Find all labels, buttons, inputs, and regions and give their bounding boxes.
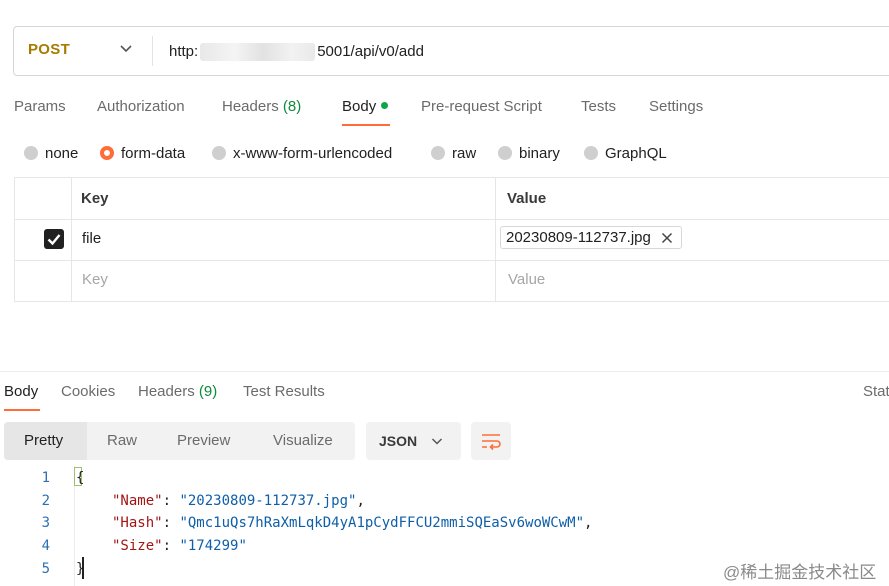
redacted-host [200, 43, 316, 62]
tab-body-label: Body [342, 98, 377, 115]
radio-label: x-www-form-urlencoded [233, 144, 393, 162]
line-number: 4 [41, 538, 50, 554]
tab-authorization[interactable]: Authorization [97, 98, 185, 115]
format-label: JSON [379, 433, 418, 449]
text-cursor [82, 557, 84, 579]
json-value: "20230809-112737.jpg" [179, 493, 357, 509]
chevron-down-icon[interactable] [118, 40, 134, 56]
line-number: 1 [41, 470, 50, 486]
table-divider [495, 177, 496, 302]
response-divider [0, 371, 889, 372]
code-line: "Size": "174299" [112, 538, 247, 554]
tab-headers-count: (8) [282, 98, 302, 115]
radio-label: none [45, 144, 79, 162]
new-value-input[interactable]: Value [508, 271, 545, 288]
method-select[interactable]: POST [28, 41, 70, 58]
response-tab-headers[interactable]: Headers (9) [138, 383, 217, 400]
request-url-bar: POST http: 5001/api/v0/add [13, 26, 889, 76]
url-input[interactable]: http: 5001/api/v0/add [169, 43, 424, 62]
active-response-tab-underline [4, 409, 40, 411]
radio-icon [584, 146, 598, 160]
file-name: 20230809-112737.jpg [506, 229, 651, 246]
close-icon[interactable] [661, 232, 673, 244]
response-tab-cookies[interactable]: Cookies [61, 383, 115, 400]
code-line: { [76, 470, 85, 486]
table-divider [71, 177, 72, 302]
check-icon [47, 234, 61, 246]
response-tab-body[interactable]: Body [4, 383, 38, 400]
response-tab-headers-count: (9) [198, 383, 218, 400]
tab-settings[interactable]: Settings [649, 98, 703, 115]
wrap-lines-icon [482, 434, 501, 451]
response-status-label: Stat [863, 383, 889, 400]
column-header-value: Value [507, 190, 547, 207]
radio-label: GraphQL [605, 144, 667, 162]
view-raw-button[interactable]: Raw [107, 432, 137, 449]
json-key: "Hash" [112, 515, 163, 531]
tab-tests[interactable]: Tests [581, 98, 616, 115]
radio-label: binary [519, 144, 560, 162]
url-suffix: 5001/api/v0/add [317, 43, 424, 60]
radio-label: form-data [121, 144, 186, 162]
new-key-input[interactable]: Key [82, 271, 108, 288]
row-enabled-checkbox[interactable] [44, 229, 64, 249]
radio-binary[interactable]: binary [498, 144, 560, 162]
radio-icon [431, 146, 445, 160]
code-line: "Hash": "Qmc1uQs7hRaXmLqkD4yA1pCydFFCU2m… [112, 515, 593, 531]
url-divider [152, 36, 153, 66]
view-visualize-button[interactable]: Visualize [273, 432, 333, 449]
view-preview-button[interactable]: Preview [177, 432, 230, 449]
line-number: 2 [41, 493, 50, 509]
json-value: "174299" [179, 538, 247, 554]
radio-x-www-form-urlencoded[interactable]: x-www-form-urlencoded [212, 144, 392, 162]
json-value: "Qmc1uQs7hRaXmLqkD4yA1pCydFFCU2mmiSQEaSv… [179, 515, 585, 531]
body-indicator-dot [381, 102, 389, 109]
row-key-cell[interactable]: file [82, 230, 101, 247]
json-key: "Name" [112, 493, 163, 509]
json-comma: , [356, 493, 365, 509]
radio-graphql[interactable]: GraphQL [584, 144, 667, 162]
radio-raw[interactable]: raw [431, 144, 476, 162]
line-number: 3 [41, 515, 50, 531]
url-prefix: http: [169, 43, 199, 60]
response-tab-test-results[interactable]: Test Results [243, 383, 325, 400]
chevron-down-icon [431, 438, 443, 445]
file-chip: 20230809-112737.jpg [500, 226, 682, 249]
json-comma: , [584, 515, 593, 531]
code-line: "Name": "20230809-112737.jpg", [112, 493, 365, 509]
table-divider [14, 219, 889, 220]
radio-icon [24, 146, 38, 160]
radio-selected-icon [100, 146, 114, 160]
watermark: @稀土掘金技术社区 [723, 563, 877, 582]
radio-icon [212, 146, 226, 160]
view-pretty-button[interactable]: Pretty [24, 432, 63, 449]
form-data-table [14, 177, 889, 302]
table-divider [14, 260, 889, 261]
tab-body[interactable]: Body [342, 98, 389, 115]
tab-params[interactable]: Params [14, 98, 66, 115]
radio-label: raw [452, 144, 477, 162]
wrap-lines-button[interactable] [471, 422, 511, 460]
tab-pre-request-script[interactable]: Pre-request Script [421, 98, 542, 115]
tab-headers[interactable]: Headers (8) [222, 98, 301, 115]
radio-icon [498, 146, 512, 160]
response-tab-headers-label: Headers [138, 383, 195, 400]
line-number: 5 [41, 561, 50, 577]
radio-form-data[interactable]: form-data [100, 144, 185, 162]
column-header-key: Key [81, 190, 109, 207]
json-key: "Size" [112, 538, 163, 554]
active-tab-underline [342, 124, 390, 126]
tab-headers-label: Headers [222, 98, 279, 115]
radio-none[interactable]: none [24, 144, 78, 162]
